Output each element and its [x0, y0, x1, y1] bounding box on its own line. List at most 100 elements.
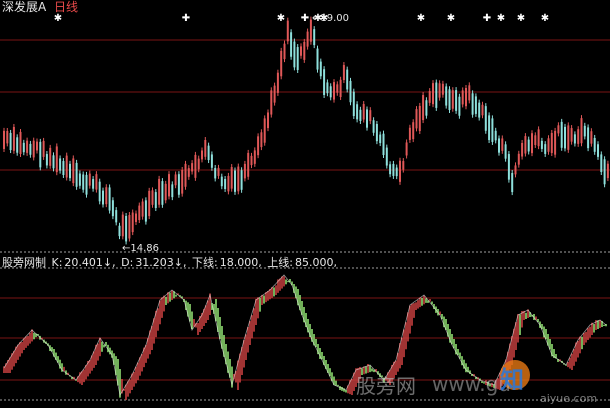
indicator-name[interactable]: 股旁网制	[2, 256, 46, 269]
signal-marker-icon: ✱	[54, 13, 62, 24]
candle-body	[210, 154, 213, 168]
candle-body	[214, 167, 217, 179]
candle-body	[606, 163, 609, 179]
candle-body	[577, 129, 580, 144]
candle-body	[402, 161, 405, 170]
candle-body	[257, 136, 260, 156]
signal-marker-icon: ✚	[301, 13, 309, 24]
candle-body	[128, 215, 131, 239]
candle-body	[408, 127, 411, 140]
upper-line-label: 上线:	[267, 256, 293, 269]
candle-body	[121, 214, 124, 237]
candle-body	[230, 167, 233, 189]
candle-body	[590, 131, 593, 144]
candle-body	[316, 48, 319, 70]
candle-body	[432, 83, 434, 105]
candle-body	[197, 158, 200, 170]
candle-body	[514, 165, 517, 175]
candle-body	[240, 170, 243, 190]
candle-body	[395, 167, 398, 177]
candle-body	[151, 190, 154, 205]
candle-body	[9, 132, 12, 151]
signal-marker-icon: ✱	[447, 13, 455, 24]
candle-body	[507, 154, 510, 180]
candle-body	[564, 126, 566, 149]
candle-body	[580, 118, 583, 144]
k-label: K:	[51, 256, 63, 269]
candle-body	[399, 160, 401, 182]
candle-body	[498, 138, 500, 153]
lower-line-value: 18.000,	[219, 256, 262, 269]
candle-body	[111, 200, 114, 217]
candle-body	[372, 120, 375, 133]
candle-body	[32, 140, 35, 158]
candle-body	[494, 130, 497, 141]
candle-body	[468, 85, 471, 101]
candle-body	[593, 137, 596, 152]
candle-body	[524, 136, 527, 154]
candle-body	[567, 125, 570, 150]
candle-body	[207, 145, 210, 161]
candle-body	[141, 201, 144, 217]
candle-body	[478, 102, 481, 118]
candle-body	[375, 123, 378, 142]
candle-body	[26, 140, 29, 153]
candle-body	[501, 138, 504, 151]
candle-body	[428, 91, 431, 103]
candle-body	[557, 125, 560, 134]
stock-symbol[interactable]: 深发展A	[2, 0, 46, 14]
period-label[interactable]: 日线	[54, 0, 78, 14]
signal-marker-icon: ✱	[541, 13, 549, 24]
candle-body	[191, 163, 194, 172]
candle-body	[247, 152, 250, 177]
candle-body	[250, 155, 253, 166]
candle-body	[220, 176, 223, 187]
candle-body	[333, 82, 335, 100]
candle-body	[362, 104, 365, 120]
candle-body	[458, 96, 461, 116]
candle-body	[148, 190, 151, 217]
candle-body	[158, 178, 161, 205]
candle-body	[531, 133, 533, 154]
candle-body	[481, 104, 484, 116]
indicator-readout: 股旁网制 K: 20.401↓, D: 31.203↓, 下线: 18.000, 上线…	[2, 256, 339, 269]
candle-body	[346, 69, 349, 90]
candle-body	[527, 139, 530, 152]
candle-body	[359, 109, 362, 121]
candle-body	[544, 144, 547, 154]
candle-body	[438, 83, 441, 98]
candle-body	[425, 100, 428, 116]
candle-body	[451, 90, 454, 109]
candle-body	[583, 125, 586, 137]
candle-body	[36, 141, 38, 151]
stock-chart-window: ✱ ✚ ✱ ✚ ✱ ✱ ✱ ✱ ✚ ✱ ✱ ✱ ←19.00 ←14.86 深发展A 日线 股旁网制 K…	[0, 0, 610, 408]
chart-canvas[interactable]: ✱ ✚ ✱ ✚ ✱✱ ✱ ✱ ✚ ✱ ✱ ✱ ←19.00←14.86	[0, 0, 610, 408]
candle-body	[138, 205, 141, 221]
candle-body	[125, 215, 128, 242]
candle-body	[227, 175, 230, 192]
signal-marker-icon: ✱	[497, 13, 505, 24]
candle-body	[573, 134, 576, 144]
candle-body	[115, 210, 118, 223]
candle-body	[293, 41, 296, 68]
candle-body	[131, 212, 134, 233]
candle-body	[105, 187, 108, 205]
candle-body	[78, 173, 81, 186]
candle-body	[405, 142, 408, 156]
candle-body	[59, 158, 62, 171]
candle-body	[455, 90, 458, 111]
candle-body	[276, 72, 279, 93]
signal-marker-icon: ✱	[277, 13, 285, 24]
candle-body	[168, 174, 170, 197]
candle-body	[465, 87, 467, 107]
low-price-label: ←14.86	[122, 243, 159, 254]
candle-body	[237, 166, 240, 192]
candle-body	[521, 142, 524, 157]
candle-body	[300, 46, 302, 56]
candle-body	[184, 163, 187, 187]
candle-body	[45, 154, 48, 166]
candle-body	[547, 138, 550, 152]
candle-body	[550, 132, 553, 154]
candle-body	[382, 133, 385, 156]
candle-body	[491, 118, 494, 142]
